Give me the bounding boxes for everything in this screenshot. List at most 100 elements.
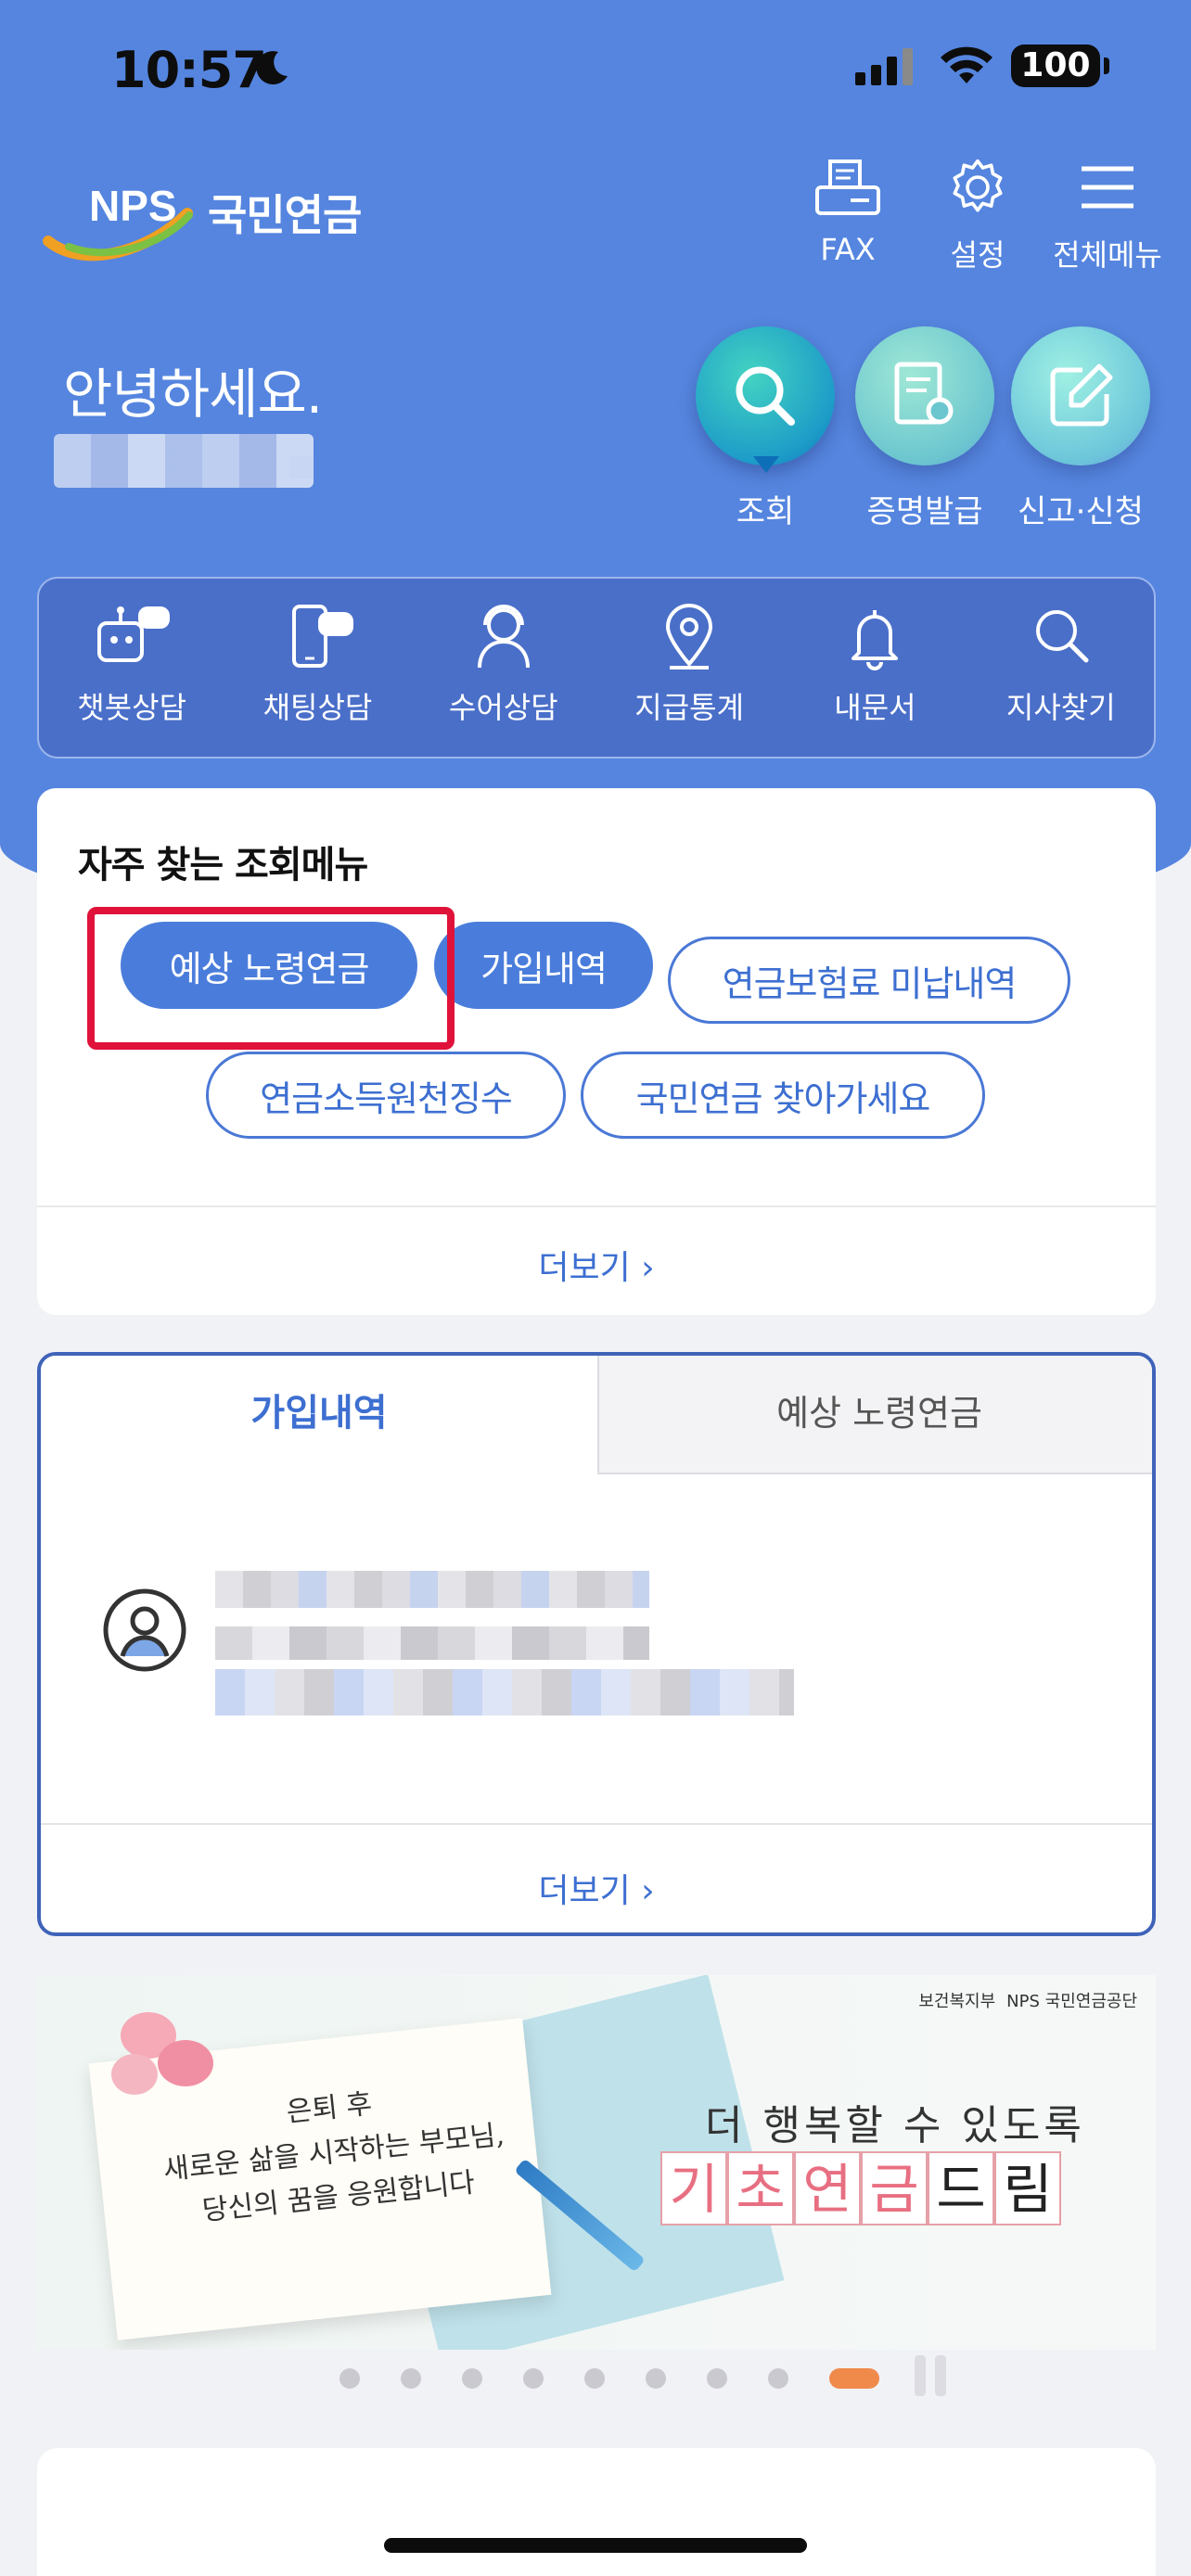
pager-dot[interactable] bbox=[401, 2368, 421, 2389]
quick-inquiry-button[interactable]: 조회 bbox=[696, 326, 835, 531]
carnation-image bbox=[93, 2003, 232, 2114]
status-bar: 10:57 100 bbox=[0, 0, 1191, 139]
quick-certificate-button[interactable]: 증명발급 bbox=[855, 326, 994, 531]
search-icon bbox=[1035, 610, 1089, 663]
frequent-more-label: 더보기 bbox=[538, 1249, 631, 1287]
search-icon bbox=[736, 366, 795, 426]
banner-tagline: 더 행복할 수 있도록 bbox=[705, 2102, 1085, 2149]
pager-dot-active[interactable] bbox=[829, 2368, 879, 2389]
signal-icon bbox=[855, 48, 913, 85]
banner-char-4: 금 bbox=[861, 2151, 928, 2225]
redacted-info-line-1 bbox=[215, 1571, 649, 1608]
chat-phone-icon bbox=[292, 605, 354, 668]
quick-report-button[interactable]: 신고·신청 bbox=[1011, 326, 1150, 531]
pager-dot[interactable] bbox=[707, 2368, 727, 2389]
pager-dot[interactable] bbox=[646, 2368, 666, 2389]
chip-unpaid-premium[interactable]: 연금보험료 미납내역 bbox=[668, 937, 1070, 1024]
chip-withholding-tax[interactable]: 연금소득원천징수 bbox=[206, 1052, 566, 1139]
fax-button[interactable]: FAX bbox=[792, 158, 903, 274]
pause-bar bbox=[935, 2355, 946, 2396]
subscription-more-link[interactable]: 더보기 › bbox=[41, 1864, 1152, 1912]
bottom-card bbox=[37, 2448, 1156, 2576]
promo-banner[interactable]: 은퇴 후 새로운 삶을 시작하는 부모님, 당신의 꿈을 응원합니다 보건복지부… bbox=[37, 1975, 1156, 2350]
settings-label: 설정 bbox=[950, 237, 1005, 273]
wifi-icon bbox=[941, 46, 992, 83]
chevron-right-icon: › bbox=[641, 1872, 655, 1910]
logo-text: 국민연금 bbox=[208, 190, 362, 240]
service-chatbot[interactable]: 챗봇상담 bbox=[48, 603, 215, 757]
chip-find-pension[interactable]: 국민연금 찾아가세요 bbox=[581, 1052, 985, 1139]
banner-logos: 보건복지부 NPS 국민연금공단 bbox=[918, 1988, 1137, 2012]
gear-icon bbox=[953, 159, 1003, 212]
speech-tail bbox=[753, 456, 779, 473]
bell-icon bbox=[852, 610, 899, 670]
quick-inquiry-circle bbox=[696, 326, 835, 465]
status-time: 10:57 bbox=[111, 41, 267, 99]
nps-logo-icon: NPS bbox=[43, 182, 193, 261]
pager-dot[interactable] bbox=[462, 2368, 482, 2389]
avatar-icon bbox=[103, 1588, 186, 1672]
banner-char-1: 기 bbox=[660, 2151, 727, 2225]
frequent-menu-card: 자주 찾는 조회메뉴 예상 노령연금 가입내역 연금보험료 미납내역 연금소득원… bbox=[37, 788, 1156, 1315]
settings-button[interactable]: 설정 bbox=[922, 158, 1033, 274]
nps-logo-text: NPS 국민연금공단 bbox=[1006, 1992, 1137, 2011]
service-find-branch[interactable]: 지사찾기 bbox=[978, 603, 1145, 757]
subscription-more-label: 더보기 bbox=[538, 1872, 631, 1910]
service-sign-language-label: 수어상담 bbox=[448, 690, 558, 725]
frequent-more-link[interactable]: 더보기 › bbox=[37, 1241, 1156, 1289]
ministry-logo-text: 보건복지부 bbox=[918, 1992, 996, 2011]
tab-expected-pension[interactable]: 예상 노령연금 bbox=[597, 1356, 1152, 1474]
location-pin-icon bbox=[666, 604, 713, 670]
sign-language-icon bbox=[477, 605, 530, 669]
banner-char-5: 드 bbox=[928, 2151, 994, 2225]
chevron-right-icon: › bbox=[641, 1249, 655, 1287]
redacted-info-line-2 bbox=[215, 1626, 649, 1660]
highlight-box bbox=[87, 907, 455, 1050]
quick-report-label: 신고·신청 bbox=[1018, 493, 1144, 530]
service-statistics-label: 지급통계 bbox=[634, 690, 745, 725]
banner-title-boxes: 기 초 연 금 드 림 bbox=[660, 2151, 1061, 2225]
banner-pager bbox=[339, 2368, 879, 2389]
pager-dot[interactable] bbox=[584, 2368, 605, 2389]
chip-subscription-history[interactable]: 가입내역 bbox=[434, 922, 653, 1009]
quick-certificate-circle bbox=[855, 326, 994, 465]
quick-report-circle bbox=[1011, 326, 1150, 465]
battery-indicator: 100 bbox=[1011, 45, 1109, 87]
certificate-icon bbox=[894, 362, 954, 425]
greeting-text: 안녕하세요. bbox=[63, 363, 323, 426]
pager-dot[interactable] bbox=[768, 2368, 788, 2389]
menu-label: 전체메뉴 bbox=[1053, 237, 1162, 273]
edit-icon bbox=[1050, 363, 1113, 427]
subscription-card: 가입내역 예상 노령연금 더보기 › bbox=[37, 1352, 1156, 1936]
divider bbox=[41, 1823, 1152, 1825]
frequent-menu-title: 자주 찾는 조회메뉴 bbox=[78, 844, 368, 886]
service-chat-label: 채팅상담 bbox=[263, 690, 373, 725]
service-sign-language[interactable]: 수어상담 bbox=[420, 603, 587, 757]
quick-certificate-label: 증명발급 bbox=[866, 493, 983, 530]
tab-subscription-history[interactable]: 가입내역 bbox=[41, 1356, 597, 1474]
user-name-redacted-dot bbox=[289, 456, 314, 478]
hamburger-menu-icon bbox=[1082, 166, 1133, 209]
fax-icon bbox=[815, 159, 880, 215]
service-find-branch-label: 지사찾기 bbox=[1005, 690, 1116, 725]
service-statistics[interactable]: 지급통계 bbox=[606, 603, 773, 757]
banner-char-3: 연 bbox=[794, 2151, 861, 2225]
service-chat[interactable]: 채팅상담 bbox=[234, 603, 401, 757]
home-indicator bbox=[384, 2538, 807, 2553]
redacted-info-line-3 bbox=[215, 1669, 794, 1715]
service-my-documents[interactable]: 내문서 bbox=[791, 603, 958, 757]
pager-dot[interactable] bbox=[339, 2368, 360, 2389]
fax-label: FAX bbox=[820, 232, 876, 267]
service-chatbot-label: 챗봇상담 bbox=[77, 690, 187, 725]
quick-inquiry-label: 조회 bbox=[736, 493, 795, 530]
banner-char-2: 초 bbox=[727, 2151, 794, 2225]
menu-button[interactable]: 전체메뉴 bbox=[1052, 158, 1163, 274]
svg-text:NPS: NPS bbox=[89, 182, 177, 230]
service-bar: 챗봇상담 채팅상담 수어상담 지급통계 내문서 지사찾기 bbox=[37, 577, 1156, 759]
divider bbox=[37, 1205, 1156, 1207]
top-actions: FAX 설정 전체메뉴 bbox=[792, 158, 1163, 274]
pause-button[interactable] bbox=[915, 2355, 946, 2396]
service-my-documents-label: 내문서 bbox=[834, 690, 916, 725]
pager-dot[interactable] bbox=[523, 2368, 544, 2389]
chatbot-icon bbox=[97, 606, 171, 662]
